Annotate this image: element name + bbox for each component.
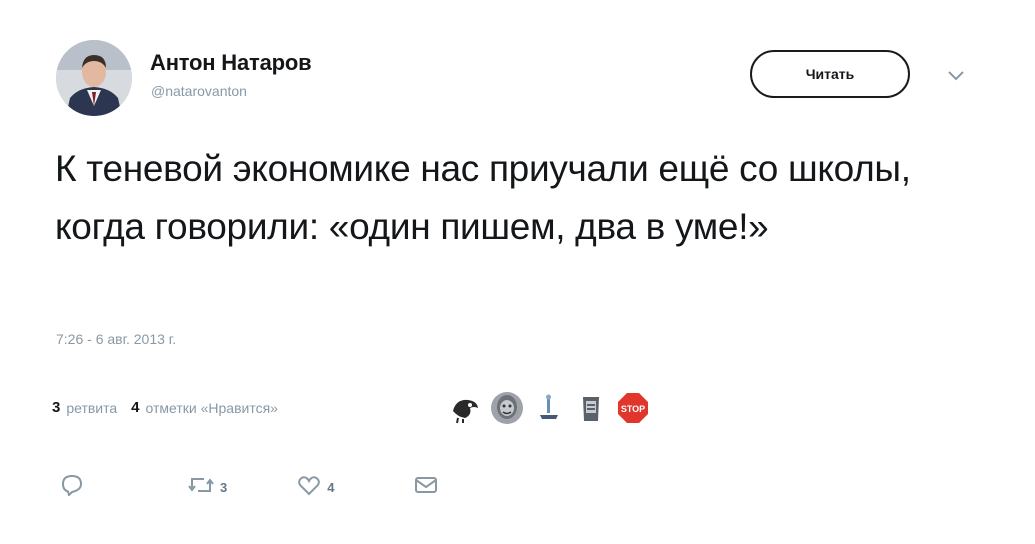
liker-avatar-bird[interactable]	[448, 391, 482, 425]
likes-stat[interactable]: 4 отметки «Нравится»	[131, 399, 278, 416]
direct-message-button[interactable]	[414, 475, 438, 500]
likes-label: отметки «Нравится»	[145, 399, 278, 416]
follow-button[interactable]: Читать	[750, 50, 910, 98]
liker-avatar-face[interactable]	[490, 391, 524, 425]
envelope-icon	[414, 475, 438, 500]
retweets-stat[interactable]: 3 ретвита	[52, 399, 117, 416]
tweet-timestamp[interactable]: 7:26 - 6 авг. 2013 г.	[56, 331, 176, 347]
reply-button[interactable]	[60, 474, 90, 501]
user-handle[interactable]: @natarovanton	[151, 83, 247, 99]
heart-icon	[297, 474, 321, 501]
reply-icon	[60, 474, 84, 501]
like-button[interactable]: 4	[297, 474, 334, 501]
liker-avatar-figure[interactable]	[532, 391, 566, 425]
chevron-down-icon[interactable]	[946, 68, 966, 82]
avatar-image	[56, 40, 132, 116]
avatar[interactable]	[56, 40, 132, 116]
tweet-stats: 3 ретвита 4 отметки «Нравится»	[52, 399, 278, 416]
liker-avatar-stop[interactable]: STOP	[616, 391, 650, 425]
likers-list: STOP	[448, 388, 658, 428]
retweets-label: ретвита	[66, 399, 118, 416]
like-count: 4	[327, 480, 335, 495]
retweet-count: 3	[220, 480, 228, 495]
liker-avatar-cup[interactable]	[574, 391, 608, 425]
likes-count: 4	[131, 399, 140, 416]
user-name[interactable]: Антон Натаров	[150, 50, 312, 76]
retweet-button[interactable]: 3	[188, 475, 227, 500]
stop-sign-text: STOP	[621, 404, 645, 414]
tweet-text: К теневой экономике нас приучали ещё со …	[55, 148, 911, 247]
retweet-icon	[188, 475, 214, 500]
retweets-count: 3	[52, 399, 61, 416]
tweet-actions: 3 4	[60, 474, 438, 501]
